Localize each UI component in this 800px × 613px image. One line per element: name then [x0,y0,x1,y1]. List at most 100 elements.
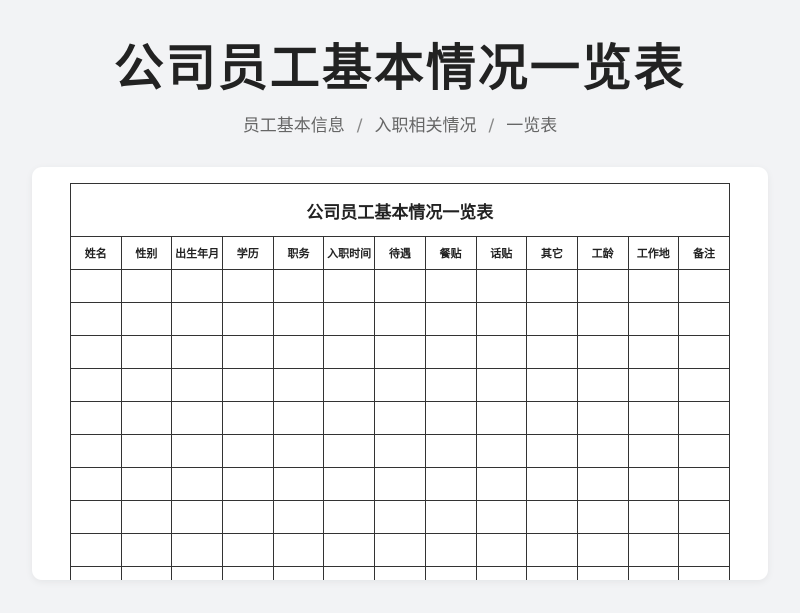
table-cell[interactable] [374,269,426,303]
table-cell[interactable] [627,467,680,501]
table-cell[interactable] [222,335,274,369]
table-cell[interactable] [323,566,376,580]
table-cell[interactable] [678,467,730,501]
table-cell[interactable] [70,368,122,402]
table-cell[interactable] [374,302,426,336]
table-cell[interactable] [424,434,477,468]
table-cell[interactable] [70,467,122,501]
table-cell[interactable] [424,269,477,303]
table-cell[interactable] [526,533,578,567]
table-cell[interactable] [272,269,325,303]
table-cell[interactable] [323,302,376,336]
table-cell[interactable] [374,467,426,501]
table-cell[interactable] [678,335,730,369]
table-cell[interactable] [70,335,122,369]
table-cell[interactable] [424,467,477,501]
table-cell[interactable] [120,401,173,435]
table-cell[interactable] [424,302,477,336]
table-cell[interactable] [323,335,376,369]
table-cell[interactable] [171,302,224,336]
table-cell[interactable] [627,335,680,369]
table-cell[interactable] [526,368,578,402]
table-cell[interactable] [374,533,426,567]
table-cell[interactable] [272,434,325,468]
table-cell[interactable] [70,434,122,468]
table-cell[interactable] [678,500,730,534]
table-cell[interactable] [272,566,325,580]
table-cell[interactable] [526,401,578,435]
table-cell[interactable] [526,302,578,336]
table-cell[interactable] [374,368,426,402]
table-cell[interactable] [222,467,274,501]
table-cell[interactable] [678,302,730,336]
table-cell[interactable] [120,335,173,369]
table-cell[interactable] [171,269,224,303]
table-cell[interactable] [576,335,629,369]
table-cell[interactable] [627,302,680,336]
table-cell[interactable] [272,302,325,336]
table-cell[interactable] [678,368,730,402]
table-cell[interactable] [424,500,477,534]
table-cell[interactable] [171,533,224,567]
table-cell[interactable] [272,368,325,402]
table-cell[interactable] [576,566,629,580]
table-cell[interactable] [120,467,173,501]
table-cell[interactable] [678,401,730,435]
table-cell[interactable] [374,401,426,435]
table-cell[interactable] [120,302,173,336]
table-cell[interactable] [272,335,325,369]
table-cell[interactable] [70,269,122,303]
table-cell[interactable] [171,368,224,402]
table-cell[interactable] [70,302,122,336]
table-cell[interactable] [272,401,325,435]
table-cell[interactable] [70,401,122,435]
table-cell[interactable] [171,500,224,534]
table-cell[interactable] [576,368,629,402]
table-cell[interactable] [323,500,376,534]
table-cell[interactable] [576,302,629,336]
table-cell[interactable] [678,269,730,303]
table-cell[interactable] [576,467,629,501]
table-cell[interactable] [475,434,528,468]
table-cell[interactable] [120,500,173,534]
table-cell[interactable] [424,401,477,435]
table-cell[interactable] [475,533,528,567]
table-cell[interactable] [222,533,274,567]
table-cell[interactable] [120,368,173,402]
table-cell[interactable] [171,434,224,468]
table-cell[interactable] [475,401,528,435]
table-cell[interactable] [120,269,173,303]
table-cell[interactable] [222,434,274,468]
table-cell[interactable] [120,533,173,567]
table-cell[interactable] [576,269,629,303]
table-cell[interactable] [627,500,680,534]
table-cell[interactable] [526,566,578,580]
table-cell[interactable] [526,335,578,369]
table-cell[interactable] [627,401,680,435]
table-cell[interactable] [627,269,680,303]
table-cell[interactable] [475,566,528,580]
table-cell[interactable] [120,434,173,468]
table-cell[interactable] [70,566,122,580]
table-cell[interactable] [171,467,224,501]
table-cell[interactable] [424,533,477,567]
table-cell[interactable] [424,368,477,402]
table-cell[interactable] [374,335,426,369]
table-cell[interactable] [475,302,528,336]
table-cell[interactable] [323,434,376,468]
table-cell[interactable] [424,335,477,369]
table-cell[interactable] [678,533,730,567]
table-cell[interactable] [222,269,274,303]
table-cell[interactable] [678,566,730,580]
table-cell[interactable] [475,467,528,501]
table-cell[interactable] [323,368,376,402]
table-cell[interactable] [627,434,680,468]
table-cell[interactable] [526,269,578,303]
table-cell[interactable] [323,269,376,303]
table-cell[interactable] [323,467,376,501]
table-cell[interactable] [475,500,528,534]
table-cell[interactable] [576,500,629,534]
table-cell[interactable] [171,401,224,435]
table-cell[interactable] [222,302,274,336]
table-cell[interactable] [627,368,680,402]
